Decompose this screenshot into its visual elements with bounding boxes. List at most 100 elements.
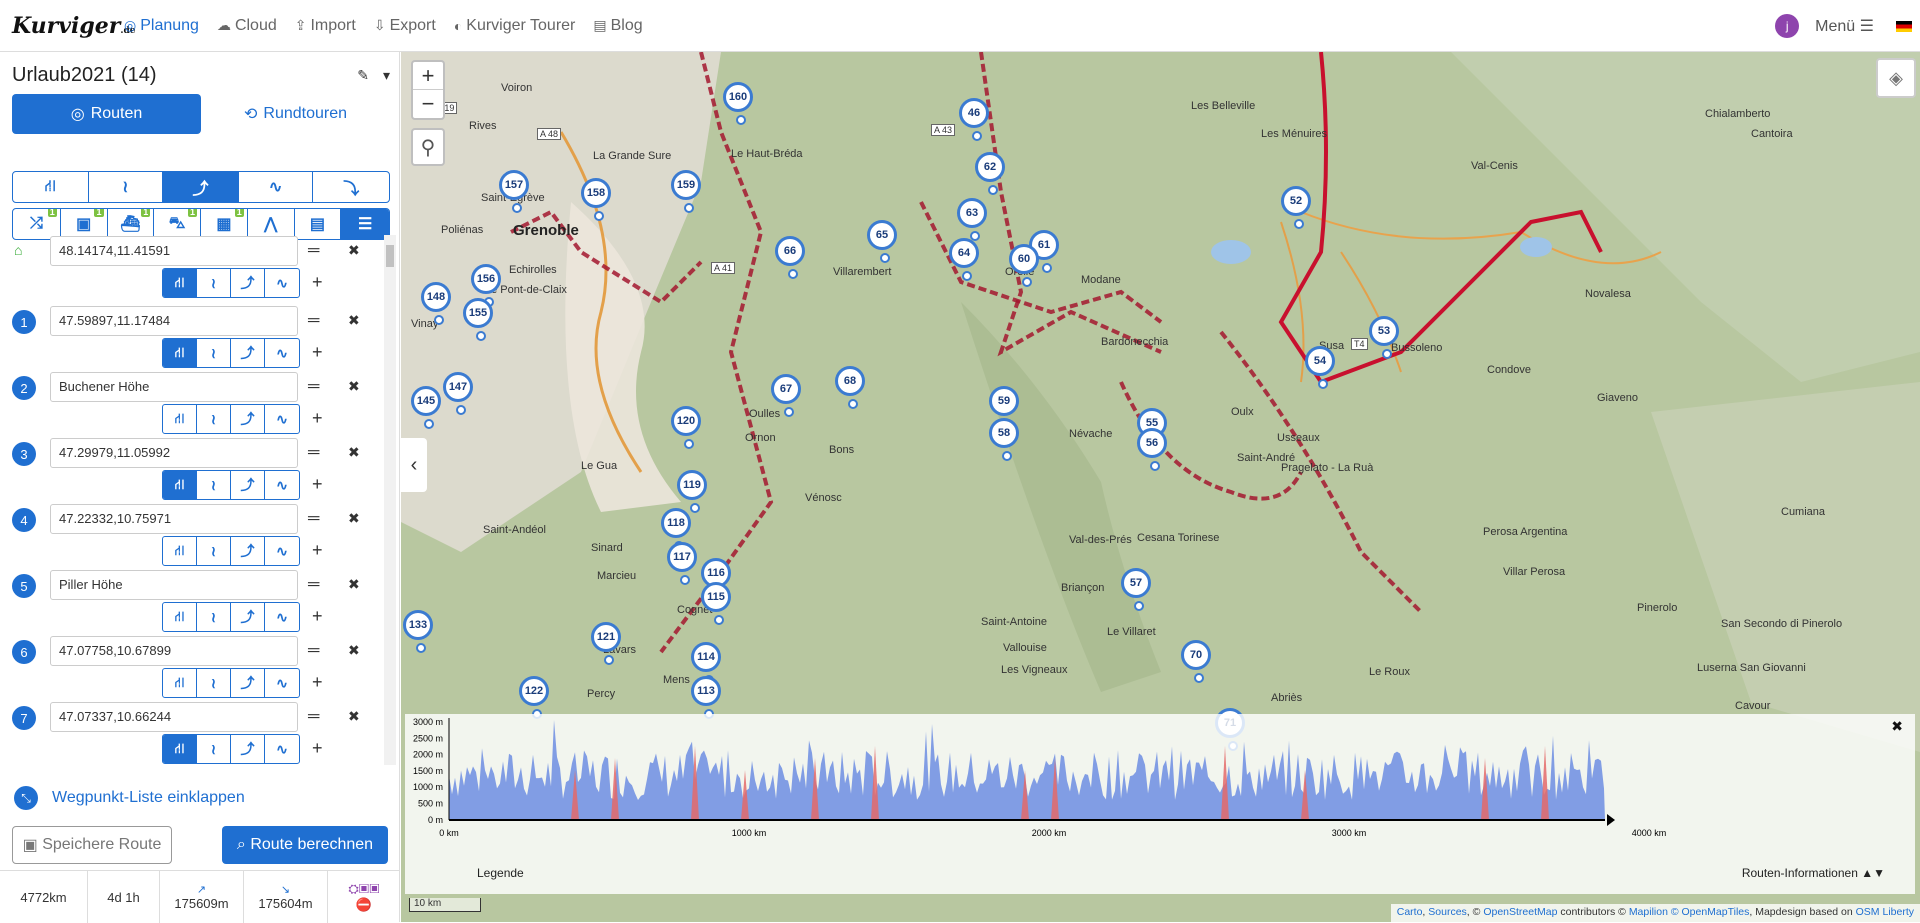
route-waypoint-marker[interactable]: 155 (463, 298, 493, 341)
waypoint-input[interactable]: 47.22332,10.75971 (50, 504, 298, 534)
route-waypoint-marker[interactable]: 52 (1281, 186, 1311, 229)
drag-handle-icon[interactable]: ═ (308, 576, 319, 594)
curvy-route-button[interactable]: ≀ (89, 172, 164, 202)
add-waypoint-icon[interactable]: + (312, 342, 323, 363)
waypoint-input[interactable]: 47.07337,10.66244 (50, 702, 298, 732)
route-waypoint-marker[interactable]: 46 (959, 98, 989, 141)
route-waypoint-marker[interactable]: 54 (1305, 346, 1335, 389)
attrib-carto-link[interactable]: Carto (1397, 906, 1423, 918)
waypoint-input[interactable]: 47.07758,10.67899 (50, 636, 298, 666)
curviest-icon[interactable]: ∿ (265, 669, 299, 697)
tab-rundtouren[interactable]: ⟲ Rundtouren (201, 94, 390, 134)
curviest-icon[interactable]: ∿ (265, 405, 299, 433)
curvier-icon[interactable]: ⤴ (231, 269, 265, 297)
scrollbar-thumb[interactable] (386, 245, 394, 267)
route-waypoint-marker[interactable]: 68 (835, 366, 865, 409)
nav-planung[interactable]: ◎ Planung (124, 17, 199, 35)
menu-button[interactable]: Menü ☰ (1815, 16, 1874, 36)
route-waypoint-marker[interactable]: 64 (949, 238, 979, 281)
route-waypoint-marker[interactable]: 147 (443, 372, 473, 415)
attrib-omt-link[interactable]: © OpenMapTiles (1671, 906, 1750, 918)
route-waypoint-marker[interactable]: 120 (671, 406, 701, 449)
curvy-icon[interactable]: ≀ (197, 471, 231, 499)
collapse-sidebar-button[interactable]: ‹ (401, 438, 427, 492)
route-waypoint-marker[interactable]: 70 (1181, 640, 1211, 683)
route-waypoint-marker[interactable]: 65 (867, 220, 897, 263)
kurviger-logo[interactable]: Kurviger.de (12, 13, 136, 39)
waypoint-input[interactable]: 48.14174,11.41591 (50, 236, 298, 266)
remove-waypoint-icon[interactable]: ✖ (348, 444, 360, 461)
location-marker-button[interactable]: ⚲ (411, 128, 445, 166)
add-waypoint-icon[interactable]: + (312, 540, 323, 561)
drag-handle-icon[interactable]: ═ (308, 378, 319, 396)
curvier-route-button[interactable]: ⤴ (163, 172, 239, 202)
drag-handle-icon[interactable]: ═ (308, 642, 319, 660)
route-waypoint-marker[interactable]: 121 (591, 622, 621, 665)
route-waypoint-marker[interactable]: 113 (691, 676, 721, 719)
add-waypoint-icon[interactable]: + (312, 672, 323, 693)
nav-cloud[interactable]: ☁ Cloud (217, 17, 277, 35)
route-waypoint-marker[interactable]: 60 (1009, 244, 1039, 287)
attrib-mapilion-link[interactable]: Mapilion (1629, 906, 1668, 918)
custom-curve-button[interactable]: ⤵ (313, 172, 389, 202)
route-waypoint-marker[interactable]: 53 (1369, 316, 1399, 359)
map-view[interactable]: Grenoble Voiron Echirolles Le Pont-de-Cl… (401, 52, 1920, 922)
remove-waypoint-icon[interactable]: ✖ (348, 378, 360, 395)
curvier-icon[interactable]: ⤴ (231, 537, 265, 565)
curvier-icon[interactable]: ⤴ (231, 471, 265, 499)
fastest-icon[interactable]: ⛙ (163, 603, 197, 631)
waypoint-input[interactable]: 47.59897,11.17484 (50, 306, 298, 336)
curviest-icon[interactable]: ∿ (265, 537, 299, 565)
remove-waypoint-icon[interactable]: ✖ (348, 242, 360, 259)
curvy-icon[interactable]: ≀ (197, 339, 231, 367)
fastest-icon[interactable]: ⛙ (163, 269, 197, 297)
route-waypoint-marker[interactable]: 160 (723, 82, 753, 125)
route-waypoint-marker[interactable]: 115 (701, 582, 731, 625)
drag-handle-icon[interactable]: ═ (308, 242, 319, 260)
route-waypoint-marker[interactable]: 122 (519, 676, 549, 719)
curvier-icon[interactable]: ⤴ (231, 735, 265, 763)
route-waypoint-marker[interactable]: 67 (771, 374, 801, 417)
waypoint-input[interactable]: 47.29979,11.05992 (50, 438, 298, 468)
route-waypoint-marker[interactable]: 117 (667, 542, 697, 585)
fastest-icon[interactable]: ⛙ (163, 339, 197, 367)
curviest-icon[interactable]: ∿ (265, 269, 299, 297)
curvier-icon[interactable]: ⤴ (231, 603, 265, 631)
zoom-in-button[interactable]: + (413, 62, 443, 90)
route-waypoint-marker[interactable]: 133 (403, 610, 433, 653)
curviest-icon[interactable]: ∿ (265, 339, 299, 367)
curvy-icon[interactable]: ≀ (197, 537, 231, 565)
route-waypoint-marker[interactable]: 63 (957, 198, 987, 241)
route-waypoint-marker[interactable]: 145 (411, 386, 441, 429)
route-waypoint-marker[interactable]: 58 (989, 418, 1019, 461)
avatar[interactable]: j (1775, 14, 1800, 38)
drag-handle-icon[interactable]: ═ (308, 510, 319, 528)
curviest-route-button[interactable]: ∿ (239, 172, 314, 202)
route-waypoint-marker[interactable]: 59 (989, 386, 1019, 429)
route-waypoint-marker[interactable]: 148 (421, 282, 451, 325)
fastest-icon[interactable]: ⛙ (163, 669, 197, 697)
curvier-icon[interactable]: ⤴ (231, 339, 265, 367)
fastest-icon[interactable]: ⛙ (163, 405, 197, 433)
route-waypoint-marker[interactable]: 118 (661, 508, 691, 551)
route-warnings[interactable]: ⛭▣▣ ⛔ (328, 871, 400, 923)
nav-export[interactable]: ⇩ Export (374, 17, 436, 35)
fastest-icon[interactable]: ⛙ (163, 471, 197, 499)
nav-import[interactable]: ⇪ Import (295, 17, 356, 35)
drag-handle-icon[interactable]: ═ (308, 444, 319, 462)
curvy-icon[interactable]: ≀ (197, 603, 231, 631)
curviest-icon[interactable]: ∿ (265, 471, 299, 499)
add-waypoint-icon[interactable]: + (312, 474, 323, 495)
zoom-out-button[interactable]: − (413, 90, 443, 118)
route-waypoint-marker[interactable]: 156 (471, 264, 501, 307)
add-waypoint-icon[interactable]: + (312, 408, 323, 429)
remove-waypoint-icon[interactable]: ✖ (348, 510, 360, 527)
curvy-icon[interactable]: ≀ (197, 735, 231, 763)
nav-blog[interactable]: ▤ Blog (593, 17, 642, 35)
curviest-icon[interactable]: ∿ (265, 735, 299, 763)
waypoint-input[interactable]: Buchener Höhe (50, 372, 298, 402)
fastest-icon[interactable]: ⛙ (163, 735, 197, 763)
calculate-route-button[interactable]: ⌕ Route berechnen (222, 826, 388, 864)
collapse-waypoint-list-button[interactable]: ⤡ Wegpunkt-Liste einklappen (14, 786, 245, 810)
drag-handle-icon[interactable]: ═ (308, 708, 319, 726)
